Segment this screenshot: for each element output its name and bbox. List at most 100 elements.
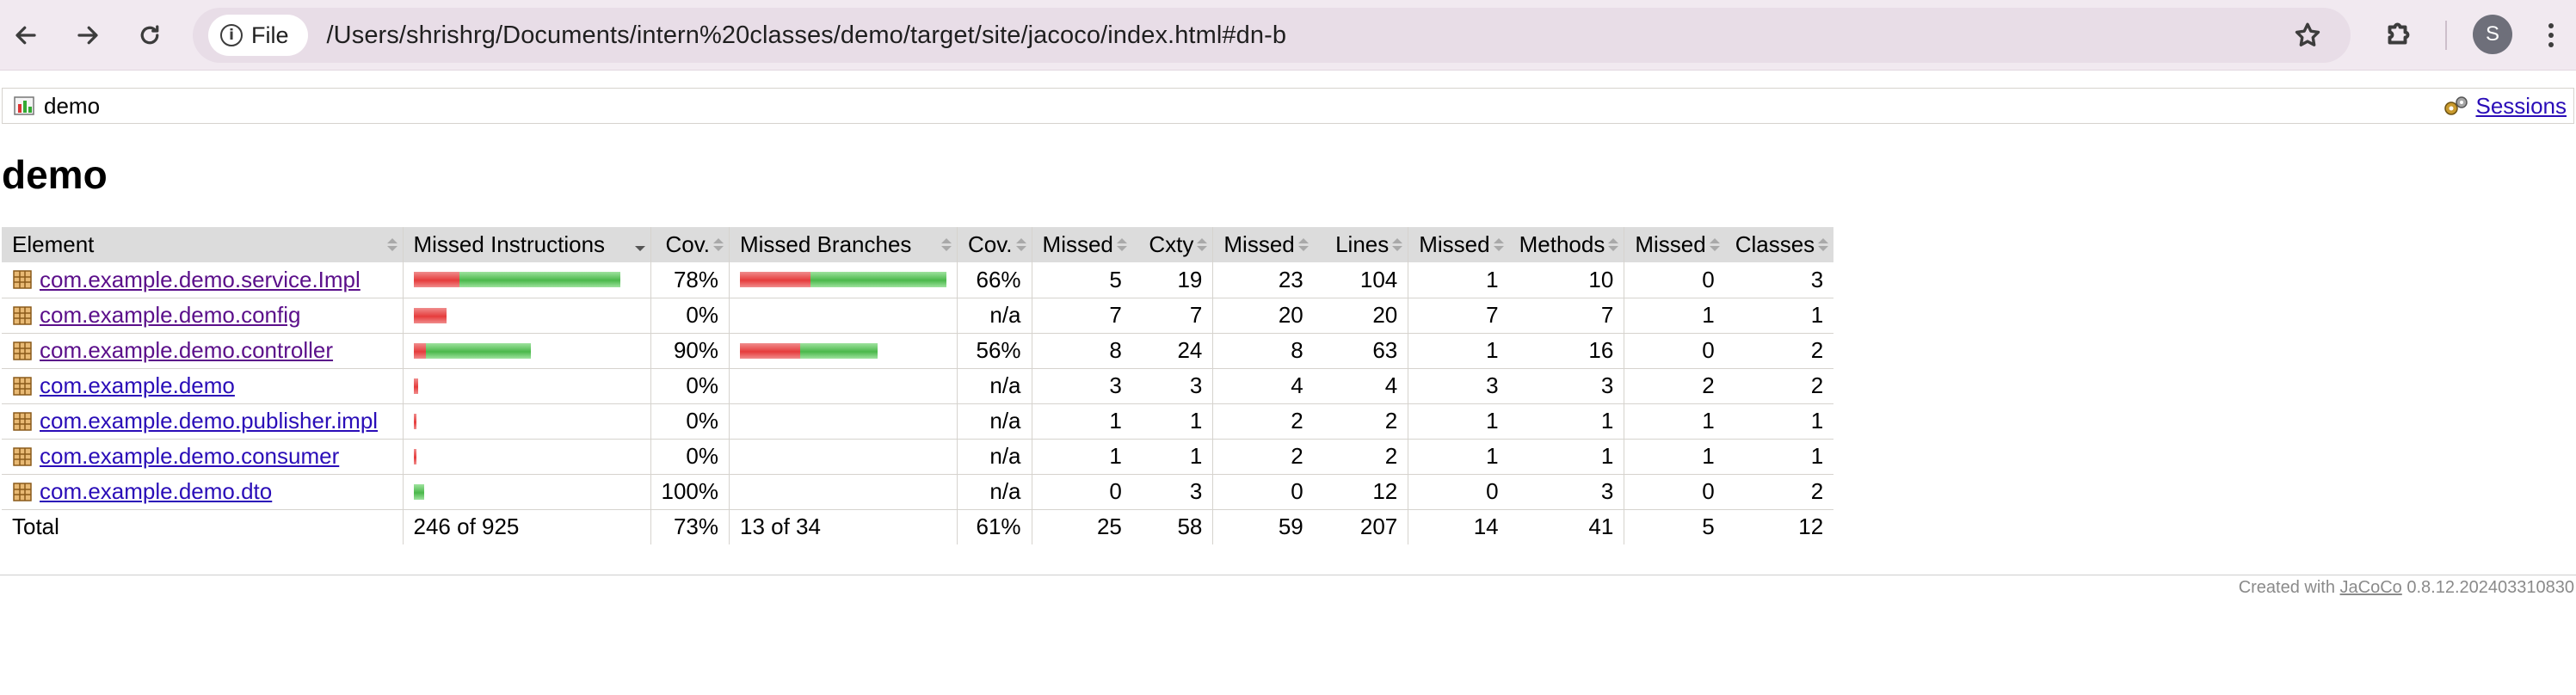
cxty-missed: 0	[1031, 474, 1132, 510]
bookmark-star-icon[interactable]	[2290, 18, 2325, 52]
lines-missed: 20	[1212, 298, 1314, 334]
total-branch: 13 of 34	[729, 508, 958, 544]
sort-icon	[1015, 238, 1026, 252]
back-arrow-icon[interactable]	[7, 16, 45, 54]
missed-segment	[413, 342, 426, 359]
package-link[interactable]: com.example.demo.dto	[40, 478, 272, 505]
header-methods-missed[interactable]: Missed	[1408, 227, 1509, 262]
profile-avatar[interactable]: S	[2473, 15, 2512, 54]
header-branch-cov[interactable]: Cov.	[957, 227, 1032, 262]
package-cell-content: com.example.demo.dto	[12, 478, 392, 505]
footer: Created with JaCoCo 0.8.12.202403310830	[2239, 578, 2574, 598]
methods: 10	[1508, 262, 1624, 298]
missed-segment	[740, 342, 800, 359]
total-row: Total 246 of 925 73% 13 of 34 61% 25 58 …	[2, 508, 1834, 544]
total-cxty: 58	[1131, 508, 1213, 544]
table-row: com.example.demo.dto 100% n/a 0 3 0 12 0 3 0 2	[2, 474, 1834, 510]
table-row: com.example.demo.controller 90% 56% 8 24 8 63 1…	[2, 333, 1834, 369]
cxty-missed: 7	[1031, 298, 1132, 334]
cxty: 1	[1131, 439, 1213, 475]
header-instr-cov[interactable]: Cov.	[650, 227, 730, 262]
reload-icon[interactable]	[131, 16, 169, 54]
branch-bar-cell	[729, 403, 958, 440]
footer-version: 0.8.12.202403310830	[2407, 578, 2574, 597]
classes: 2	[1724, 474, 1834, 510]
package-link[interactable]: com.example.demo.service.Impl	[40, 267, 361, 293]
sessions-link[interactable]: Sessions	[2476, 93, 2567, 120]
lines: 12	[1313, 474, 1408, 510]
cxty-missed: 8	[1031, 333, 1132, 369]
classes-missed: 0	[1624, 262, 1725, 298]
package-cell: com.example.demo	[2, 368, 403, 404]
table-row: com.example.demo 0% n/a 3 3 4 4 3 3 2 2	[2, 368, 1834, 404]
missed-segment	[413, 307, 447, 323]
instructions-coverage-bar	[413, 378, 640, 394]
instr-cov: 100%	[650, 474, 730, 510]
browser-menu-icon[interactable]	[2538, 17, 2564, 53]
methods: 3	[1508, 474, 1624, 510]
jacoco-link[interactable]: JaCoCo	[2340, 578, 2402, 597]
header-methods[interactable]: Methods	[1508, 227, 1624, 262]
methods-missed: 0	[1408, 474, 1509, 510]
forward-arrow-icon[interactable]	[69, 16, 107, 54]
header-label: Missed Branches	[740, 231, 912, 257]
lines: 4	[1313, 368, 1408, 404]
package-link[interactable]: com.example.demo.config	[40, 302, 300, 329]
branch-bar-cell	[729, 439, 958, 475]
branch-bar-cell	[729, 368, 958, 404]
package-link[interactable]: com.example.demo.consumer	[40, 443, 339, 470]
classes-missed: 1	[1624, 298, 1725, 334]
coverage-rows: com.example.demo.service.Impl 78% 66% 5 19 23…	[2, 262, 1834, 510]
cxty: 19	[1131, 262, 1213, 298]
header-element[interactable]: Element	[2, 227, 403, 262]
site-info-label: File	[251, 22, 289, 48]
package-link[interactable]: com.example.demo.publisher.impl	[40, 408, 378, 434]
coverage-table: Element Missed Instructions Cov. Missed …	[2, 227, 1834, 544]
header-cxty[interactable]: Cxty	[1131, 227, 1213, 262]
branches-coverage-bar	[740, 272, 946, 288]
header-classes-missed[interactable]: Missed	[1624, 227, 1725, 262]
branches-coverage-bar	[740, 342, 946, 359]
header-classes[interactable]: Classes	[1724, 227, 1834, 262]
header-cxty-missed[interactable]: Missed	[1031, 227, 1132, 262]
classes: 1	[1724, 439, 1834, 475]
package-cell-content: com.example.demo.config	[12, 302, 392, 329]
url-text[interactable]: /Users/shrishrg/Documents/intern%20class…	[327, 22, 1287, 50]
total-instr-cov: 73%	[650, 508, 730, 544]
header-label: Element	[12, 231, 95, 257]
package-icon	[12, 411, 33, 432]
instr-bar-cell	[402, 474, 650, 510]
package-link[interactable]: com.example.demo	[40, 372, 235, 399]
extensions-puzzle-icon[interactable]	[2380, 15, 2418, 52]
table-row: com.example.demo.consumer 0% n/a 1 1 2 2 1 1 1 1	[2, 439, 1834, 475]
methods: 3	[1508, 368, 1624, 404]
cxty: 3	[1131, 368, 1213, 404]
address-bar[interactable]: i File /Users/shrishrg/Documents/intern%…	[193, 8, 2351, 63]
methods-missed: 1	[1408, 403, 1509, 440]
package-cell: com.example.demo.service.Impl	[2, 262, 403, 298]
classes: 3	[1724, 262, 1834, 298]
covered-segment	[459, 272, 620, 288]
branch-cov: n/a	[957, 403, 1032, 440]
total-branch-cov: 61%	[957, 508, 1032, 544]
instructions-coverage-bar	[413, 413, 640, 429]
table-row: com.example.demo.service.Impl 78% 66% 5 19 23…	[2, 262, 1834, 298]
classes-missed: 1	[1624, 439, 1725, 475]
header-missed-branches[interactable]: Missed Branches	[729, 227, 958, 262]
header-lines[interactable]: Lines	[1313, 227, 1408, 262]
report-icon	[13, 94, 37, 118]
site-info-chip[interactable]: i File	[208, 15, 308, 56]
header-missed-instructions[interactable]: Missed Instructions	[402, 227, 650, 262]
page-title: demo	[2, 152, 108, 197]
instructions-coverage-bar	[413, 342, 640, 359]
lines-missed: 0	[1212, 474, 1314, 510]
missed-segment	[413, 448, 416, 464]
footer-prefix: Created with	[2238, 578, 2335, 597]
package-link[interactable]: com.example.demo.controller	[40, 337, 333, 364]
header-label: Missed	[1042, 231, 1113, 257]
cxty: 24	[1131, 333, 1213, 369]
header-lines-missed[interactable]: Missed	[1212, 227, 1314, 262]
toolbar-divider	[2445, 21, 2447, 50]
missed-segment	[413, 272, 459, 288]
total-label: Total	[2, 508, 403, 544]
